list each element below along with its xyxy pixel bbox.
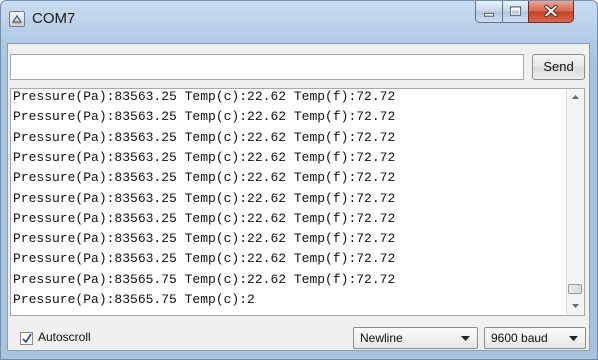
output-line: Pressure(Pa):83563.25 Temp(c):22.62 Temp…	[13, 251, 396, 267]
close-button[interactable]	[528, 1, 574, 23]
scroll-down-button[interactable]	[567, 298, 584, 315]
output-line: Pressure(Pa):83563.25 Temp(c):22.62 Temp…	[13, 89, 396, 104]
chevron-down-icon	[461, 336, 470, 341]
serial-monitor-window: COM7 Send Pressure(Pa):83563.25 Temp(c):…	[0, 0, 598, 360]
chevron-down-icon	[569, 336, 578, 341]
output-line: Pressure(Pa):83563.25 Temp(c):22.62 Temp…	[13, 210, 396, 226]
send-button[interactable]: Send	[532, 54, 585, 80]
close-icon	[544, 4, 558, 18]
vertical-scrollbar[interactable]	[566, 89, 584, 315]
output-line: Pressure(Pa):83563.25 Temp(c):22.62 Temp…	[13, 231, 396, 247]
output-line: Pressure(Pa):83563.25 Temp(c):22.62 Temp…	[13, 129, 396, 145]
output-line: Pressure(Pa):83563.25 Temp(c):22.62 Temp…	[13, 149, 396, 165]
maximize-button[interactable]	[502, 1, 529, 23]
client-area: Send Pressure(Pa):83563.25 Temp(c):22.62…	[7, 43, 590, 351]
scroll-thumb[interactable]	[568, 284, 582, 294]
output-line: Pressure(Pa):83565.75 Temp(c):22.62 Temp…	[13, 271, 396, 287]
output-line: Pressure(Pa):83563.25 Temp(c):22.62 Temp…	[13, 170, 396, 186]
serial-output-area[interactable]: Pressure(Pa):83563.25 Temp(c):22.62 Temp…	[10, 88, 585, 316]
serial-monitor-icon	[9, 11, 25, 27]
minimize-button[interactable]	[475, 1, 503, 23]
baud-rate-value: 9600 baud	[491, 331, 548, 345]
window-title: COM7	[32, 10, 76, 27]
send-input[interactable]	[10, 54, 524, 80]
output-line: Pressure(Pa):83563.25 Temp(c):22.62 Temp…	[13, 109, 396, 125]
checkmark-icon	[22, 333, 32, 344]
autoscroll-checkbox[interactable]	[20, 332, 33, 345]
title-bar[interactable]: COM7	[1, 1, 597, 41]
scroll-up-arrow-icon	[572, 95, 579, 99]
scroll-down-arrow-icon	[572, 304, 579, 308]
baud-rate-select[interactable]: 9600 baud	[484, 327, 586, 349]
minimize-icon	[483, 12, 495, 17]
line-ending-select[interactable]: Newline	[353, 327, 478, 349]
scroll-up-button[interactable]	[567, 89, 584, 106]
autoscroll-label[interactable]: Autoscroll	[38, 330, 91, 344]
output-line: Pressure(Pa):83565.75 Temp(c):2	[13, 292, 255, 307]
output-line: Pressure(Pa):83563.25 Temp(c):22.62 Temp…	[13, 190, 396, 206]
maximize-icon	[509, 6, 522, 16]
line-ending-value: Newline	[360, 331, 403, 345]
